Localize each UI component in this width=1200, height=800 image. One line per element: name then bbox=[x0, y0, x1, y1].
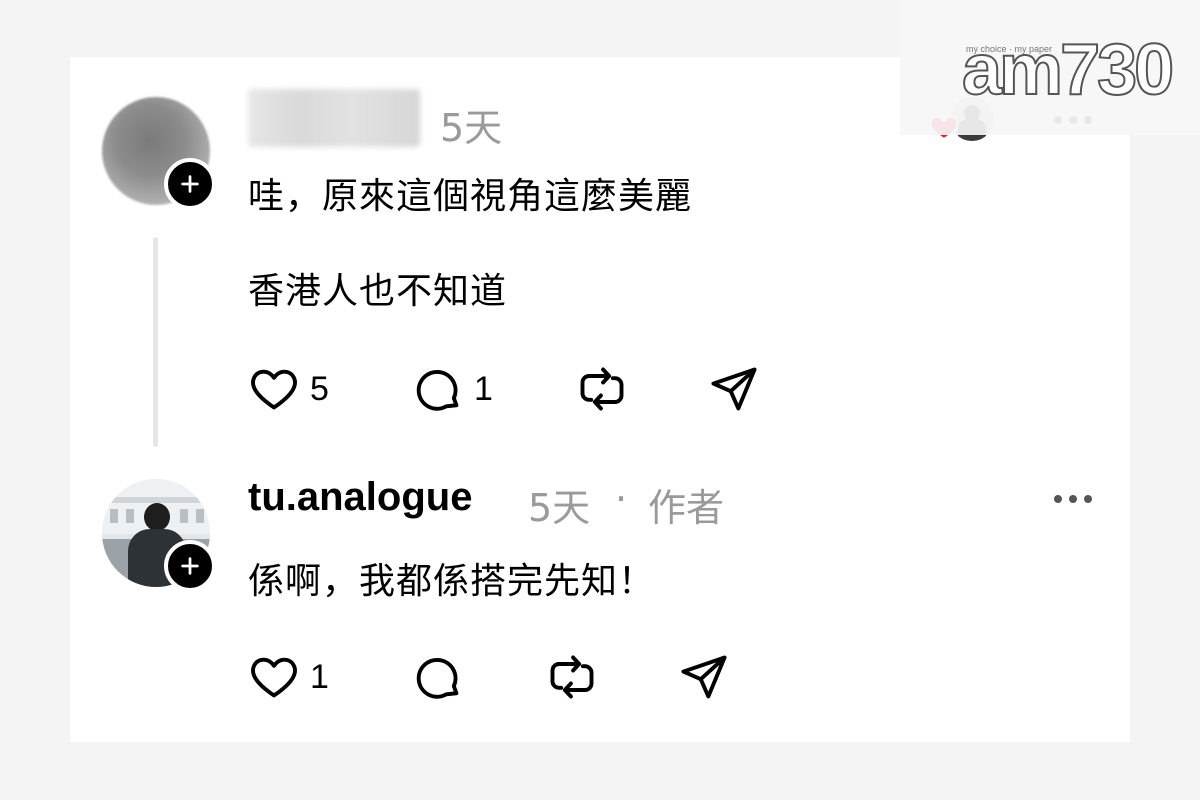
comment-text-line: 香港人也不知道 bbox=[248, 271, 508, 312]
heart-icon bbox=[251, 657, 297, 698]
send-icon bbox=[711, 367, 757, 411]
follow-button[interactable] bbox=[164, 540, 216, 592]
repost-icon bbox=[580, 367, 624, 411]
comment-bubble-icon bbox=[416, 658, 459, 699]
repost-button[interactable] bbox=[576, 363, 628, 415]
author-tag: 作者 bbox=[648, 486, 725, 530]
reply-button[interactable]: 1 bbox=[412, 363, 493, 415]
comment-time: 5天 bbox=[528, 486, 591, 530]
like-button[interactable]: 1 bbox=[248, 651, 329, 703]
like-count: 1 bbox=[310, 657, 329, 696]
more-options-button[interactable] bbox=[1054, 495, 1092, 503]
meta-separator: · bbox=[615, 477, 628, 521]
plus-icon bbox=[181, 557, 199, 575]
reply-count: 1 bbox=[474, 369, 493, 408]
like-button[interactable]: 5 bbox=[248, 363, 329, 415]
comment-time: 5天 bbox=[440, 106, 503, 150]
repost-button[interactable] bbox=[546, 651, 598, 703]
watermark-logo: am730 bbox=[961, 30, 1175, 110]
send-icon bbox=[681, 655, 727, 699]
follow-button[interactable] bbox=[164, 158, 216, 210]
heart-icon bbox=[251, 369, 297, 410]
reply-button[interactable] bbox=[412, 651, 474, 703]
repost-icon bbox=[550, 655, 594, 699]
comment-text-line: 哇，原來這個視角這麼美麗 bbox=[248, 176, 693, 217]
share-button[interactable] bbox=[708, 363, 760, 415]
like-count: 5 bbox=[310, 369, 329, 408]
comment-bubble-icon bbox=[416, 370, 459, 411]
username[interactable]: tu.analogue bbox=[248, 475, 472, 520]
blurred-username[interactable] bbox=[248, 89, 420, 147]
am730-watermark: my choice · my paper am730 bbox=[900, 0, 1200, 135]
comment-text-line: 係啊，我都係搭完先知！ bbox=[248, 561, 656, 602]
share-button[interactable] bbox=[678, 651, 730, 703]
thread-line bbox=[153, 237, 158, 447]
plus-icon bbox=[181, 175, 199, 193]
comment-card: 5天 哇，原來這個視角這麼美麗 香港人也不知道 5 1 tu.analogue … bbox=[70, 57, 1130, 742]
